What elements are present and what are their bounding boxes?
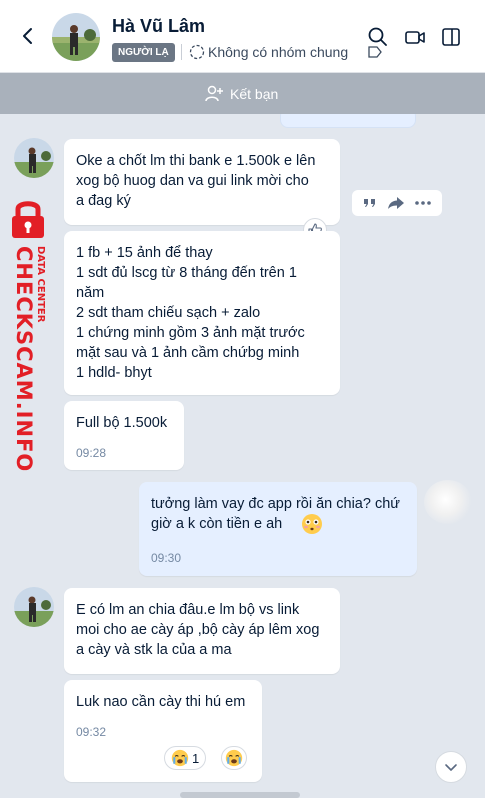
- previous-message-bubble: [280, 114, 416, 128]
- message-text: Luk nao cần cày thi hú em: [76, 694, 246, 710]
- watermark: CHECKSCAM.INFO DATA CENTER: [2, 194, 52, 472]
- video-call-icon[interactable]: [404, 26, 426, 48]
- watermark-sub-text: DATA CENTER: [35, 246, 46, 323]
- add-friend-button[interactable]: Kết bạn: [204, 83, 278, 105]
- reaction-count: 1: [192, 750, 200, 766]
- message-bubble[interactable]: Full bộ 1.500k 09:28: [64, 401, 184, 470]
- message-list[interactable]: Oke a chốt lm thi bank e 1.500k e lên xo…: [0, 114, 485, 798]
- my-message-bubble[interactable]: tưởng làm vay đc app rồi ăn chia? chứ gi…: [139, 482, 417, 576]
- watermark-main-text: CHECKSCAM.INFO: [12, 246, 36, 473]
- quote-icon[interactable]: [362, 195, 378, 211]
- add-reaction-button[interactable]: [221, 746, 247, 770]
- scroll-to-bottom-button[interactable]: [435, 751, 467, 783]
- chevron-down-icon: [445, 764, 457, 771]
- crying-emoji-icon: [225, 749, 243, 767]
- message-time: 09:30: [151, 551, 182, 565]
- more-icon[interactable]: [414, 195, 432, 211]
- contact-name[interactable]: Hà Vũ Lâm: [112, 16, 205, 37]
- message-text: tưởng làm vay đc app rồi ăn chia? chứ gi…: [151, 494, 405, 534]
- message-text: Oke a chốt lm thi bank e 1.500k e lên xo…: [76, 153, 316, 209]
- bottom-scroll-indicator: [180, 792, 300, 798]
- message-text: 1 fb + 15 ảnh để thay 1 sdt đủ lscg từ 8…: [76, 245, 305, 381]
- forward-icon[interactable]: [387, 195, 405, 211]
- chat-header: Hà Vũ Lâm NGƯỜI LẠ Không có nhóm chung: [0, 0, 485, 73]
- contact-avatar[interactable]: [52, 13, 100, 61]
- common-groups-text[interactable]: Không có nhóm chung: [208, 44, 348, 60]
- message-time: 09:28: [76, 446, 107, 460]
- message-time: 09:32: [76, 725, 107, 739]
- crying-emoji-icon: [171, 749, 189, 767]
- my-avatar[interactable]: [424, 480, 472, 524]
- sender-avatar[interactable]: [14, 138, 54, 178]
- header-divider: [181, 44, 182, 60]
- message-text: Full bộ 1.500k: [76, 415, 168, 431]
- message-text: E có lm an chia đâu.e lm bộ vs link moi …: [76, 602, 320, 658]
- sidebar-toggle-icon[interactable]: [440, 26, 462, 48]
- search-icon[interactable]: [367, 26, 389, 48]
- lock-icon: [12, 201, 44, 238]
- message-bubble[interactable]: Oke a chốt lm thi bank e 1.500k e lên xo…: [64, 139, 340, 225]
- add-friend-label: Kết bạn: [230, 86, 279, 102]
- add-user-icon: [205, 85, 223, 102]
- back-icon[interactable]: [16, 24, 40, 48]
- stranger-badge: NGƯỜI LẠ: [112, 43, 175, 62]
- add-friend-bar: Kết bạn: [0, 73, 485, 114]
- reaction-chip[interactable]: 1: [164, 746, 207, 770]
- group-icon: [189, 44, 205, 60]
- message-bubble[interactable]: 1 fb + 15 ảnh để thay 1 sdt đủ lscg từ 8…: [64, 231, 340, 395]
- message-bubble[interactable]: E có lm an chia đâu.e lm bộ vs link moi …: [64, 588, 340, 674]
- flushed-emoji-icon: [302, 514, 322, 534]
- message-actions: [352, 190, 442, 216]
- sender-avatar[interactable]: [14, 587, 54, 627]
